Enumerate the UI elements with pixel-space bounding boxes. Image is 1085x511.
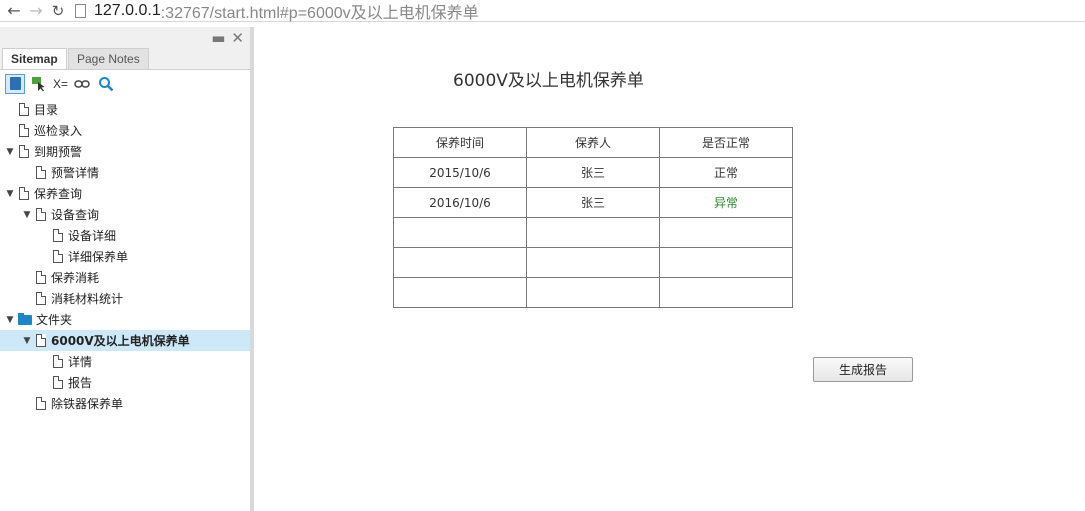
sitemap-item-label: 消耗材料统计 xyxy=(51,292,124,306)
reload-icon[interactable]: ↻ xyxy=(47,0,69,22)
expand-arrow-icon[interactable]: ▼ xyxy=(4,189,16,199)
link-icon[interactable] xyxy=(72,74,92,94)
table-cell: 张三 xyxy=(526,187,660,218)
close-icon[interactable]: ✕ xyxy=(231,29,244,47)
back-icon[interactable]: ← xyxy=(3,0,25,22)
table-cell: 异常 xyxy=(659,187,793,218)
forward-icon[interactable]: → xyxy=(25,0,47,22)
column-header: 保养人 xyxy=(526,127,660,158)
page-title: 6000V及以上电机保养单 xyxy=(453,71,644,91)
sitemap-item[interactable]: ▼报告 xyxy=(0,372,250,393)
table-cell: 张三 xyxy=(526,157,660,188)
panel-controls: ▬ ✕ xyxy=(211,29,244,47)
column-header: 是否正常 xyxy=(659,127,793,158)
variables-icon[interactable]: X= xyxy=(53,77,68,91)
table-row: 2015/10/6 张三 正常 xyxy=(393,157,793,188)
page-list-icon[interactable] xyxy=(5,73,25,94)
page-icon xyxy=(19,187,29,200)
url-path: :32767/start.html#p=6000v及以上电机保养单 xyxy=(160,4,479,22)
expand-arrow-icon[interactable]: ▼ xyxy=(21,336,33,346)
expand-arrow-icon[interactable]: ▼ xyxy=(21,210,33,220)
sitemap-item[interactable]: ▼ 保养查询 xyxy=(0,183,250,204)
page-icon xyxy=(36,166,46,179)
panel-tabs: ▬ ✕ Sitemap Page Notes xyxy=(0,27,250,69)
table-cell xyxy=(659,277,793,308)
table-cell xyxy=(393,217,527,248)
sitemap-item[interactable]: ▼详细保养单 xyxy=(0,246,250,267)
sitemap-item-label: 保养查询 xyxy=(34,187,83,201)
sitemap-item[interactable]: ▼预警详情 xyxy=(0,162,250,183)
sitemap-tree: ▼目录▼巡检录入▼到期预警▼预警详情▼保养查询▼设备查询▼设备详细▼详细保养单▼… xyxy=(0,97,250,414)
page-icon xyxy=(36,208,46,221)
sitemap-item[interactable]: ▼保养消耗 xyxy=(0,267,250,288)
table-cell: 2016/10/6 xyxy=(393,187,527,218)
cursor-highlight-icon[interactable] xyxy=(29,74,49,94)
sitemap-item-label: 详情 xyxy=(68,355,93,369)
sitemap-item[interactable]: ▼除铁器保养单 xyxy=(0,393,250,414)
page-icon xyxy=(53,229,63,242)
sitemap-toolbar: X= xyxy=(0,69,250,97)
expand-arrow-icon[interactable]: ▼ xyxy=(4,147,16,157)
sitemap-item[interactable]: ▼设备详细 xyxy=(0,225,250,246)
page-icon xyxy=(36,397,46,410)
sitemap-item[interactable]: ▼ 文件夹 xyxy=(0,309,250,330)
sitemap-item[interactable]: ▼ 6000V及以上电机保养单 xyxy=(0,330,250,351)
sitemap-item-label: 6000V及以上电机保养单 xyxy=(51,334,190,348)
column-header: 保养时间 xyxy=(393,127,527,158)
search-icon[interactable] xyxy=(96,74,116,94)
table-cell xyxy=(659,217,793,248)
maintenance-table: 保养时间 保养人 是否正常 2015/10/6 张三 正常 2016/10/6 张三 异常 xyxy=(393,127,793,308)
table-row: 2016/10/6 张三 异常 xyxy=(393,187,793,218)
sitemap-item-label: 目录 xyxy=(34,103,59,117)
page-icon xyxy=(19,145,29,158)
sitemap-item-label: 设备详细 xyxy=(68,229,117,243)
page-icon xyxy=(53,376,63,389)
sitemap-item-label: 预警详情 xyxy=(51,166,100,180)
table-cell xyxy=(526,277,660,308)
address-bar[interactable]: 127.0.0.1 :32767/start.html#p=6000v及以上电机… xyxy=(75,1,479,22)
sitemap-item-label: 文件夹 xyxy=(36,313,73,327)
expand-arrow-icon[interactable]: ▼ xyxy=(4,315,16,325)
table-cell xyxy=(393,247,527,278)
sitemap-item-label: 除铁器保养单 xyxy=(51,397,124,411)
url-host: 127.0.0.1 xyxy=(94,1,161,19)
sitemap-item[interactable]: ▼巡检录入 xyxy=(0,120,250,141)
sitemap-item-label: 到期预警 xyxy=(34,145,83,159)
page-icon xyxy=(53,355,63,368)
browser-toolbar: ← → ↻ 127.0.0.1 :32767/start.html#p=6000… xyxy=(0,0,1085,22)
folder-icon xyxy=(18,312,32,325)
sitemap-item-label: 设备查询 xyxy=(51,208,100,222)
panel-splitter[interactable] xyxy=(250,27,254,511)
sitemap-item-label: 保养消耗 xyxy=(51,271,100,285)
table-cell xyxy=(526,217,660,248)
page-icon xyxy=(36,292,46,305)
sitemap-item-label: 报告 xyxy=(68,376,93,390)
page-icon xyxy=(53,250,63,263)
table-cell xyxy=(526,247,660,278)
generate-report-button[interactable]: 生成报告 xyxy=(813,357,913,382)
page-icon xyxy=(36,271,46,284)
table-cell: 正常 xyxy=(659,157,793,188)
table-row xyxy=(393,217,793,248)
sitemap-item-label: 详细保养单 xyxy=(68,250,129,264)
table-row xyxy=(393,277,793,308)
tab-sitemap[interactable]: Sitemap xyxy=(2,48,67,69)
sitemap-item[interactable]: ▼ 设备查询 xyxy=(0,204,250,225)
table-cell xyxy=(393,277,527,308)
sitemap-item[interactable]: ▼消耗材料统计 xyxy=(0,288,250,309)
sitemap-item-label: 巡检录入 xyxy=(34,124,83,138)
sitemap-panel: ▬ ✕ Sitemap Page Notes X= ▼目录▼巡检录入▼到期预警▼… xyxy=(0,27,250,511)
table-cell: 2015/10/6 xyxy=(393,157,527,188)
sitemap-item[interactable]: ▼详情 xyxy=(0,351,250,372)
sitemap-item[interactable]: ▼ 到期预警 xyxy=(0,141,250,162)
page-icon xyxy=(36,334,46,347)
page-icon xyxy=(19,124,29,137)
minimize-icon[interactable]: ▬ xyxy=(211,29,225,47)
table-cell xyxy=(659,247,793,278)
page-icon xyxy=(19,103,29,116)
page-icon xyxy=(75,3,86,18)
sitemap-item[interactable]: ▼目录 xyxy=(0,99,250,120)
tab-page-notes[interactable]: Page Notes xyxy=(68,48,149,69)
table-row xyxy=(393,247,793,278)
